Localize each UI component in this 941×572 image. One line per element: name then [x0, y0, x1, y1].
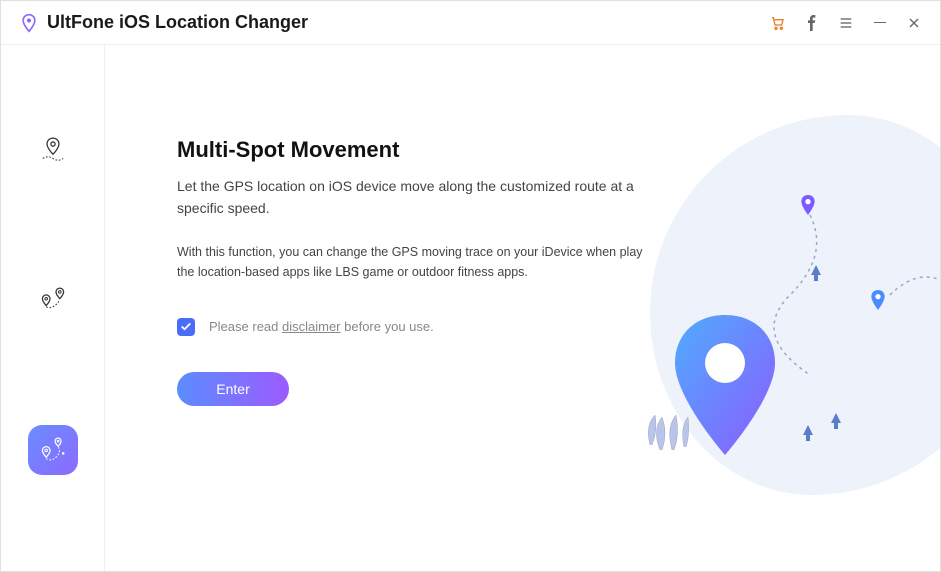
- lead-text: Let the GPS location on iOS device move …: [177, 175, 637, 220]
- sidebar-item-single-spot[interactable]: [28, 125, 78, 175]
- sidebar-item-multi-spot[interactable]: [28, 425, 78, 475]
- app-logo-icon: [19, 13, 39, 33]
- main-content: Multi-Spot Movement Let the GPS location…: [105, 45, 940, 571]
- titlebar: UltFone iOS Location Changer: [1, 1, 940, 45]
- tree-icon: [802, 425, 814, 441]
- facebook-icon[interactable]: [804, 15, 820, 31]
- menu-icon[interactable]: [838, 15, 854, 31]
- close-button[interactable]: [906, 15, 922, 31]
- disclaimer-post: before you use.: [341, 319, 434, 334]
- tree-icon: [810, 265, 822, 281]
- disclaimer-pre: Please read: [209, 319, 282, 334]
- minimize-button[interactable]: [872, 15, 888, 31]
- small-pin-icon: [800, 195, 816, 215]
- sub-text: With this function, you can change the G…: [177, 242, 657, 282]
- disclaimer-link[interactable]: disclaimer: [282, 319, 341, 334]
- enter-button[interactable]: Enter: [177, 372, 289, 406]
- titlebar-controls: [770, 15, 922, 31]
- tree-icon: [830, 413, 842, 429]
- page-title: Multi-Spot Movement: [177, 137, 900, 163]
- small-pin-icon: [870, 290, 886, 310]
- large-pin-icon: [670, 315, 780, 455]
- route-path-icon: [750, 205, 940, 405]
- disclaimer-checkbox[interactable]: [177, 318, 195, 336]
- cart-icon[interactable]: [770, 15, 786, 31]
- sidebar: [1, 45, 105, 571]
- leaves-icon: [640, 395, 700, 455]
- disclaimer-text: Please read disclaimer before you use.: [209, 319, 434, 334]
- sidebar-item-two-spot[interactable]: [28, 275, 78, 325]
- app-title: UltFone iOS Location Changer: [47, 12, 308, 33]
- disclaimer-row: Please read disclaimer before you use.: [177, 318, 900, 336]
